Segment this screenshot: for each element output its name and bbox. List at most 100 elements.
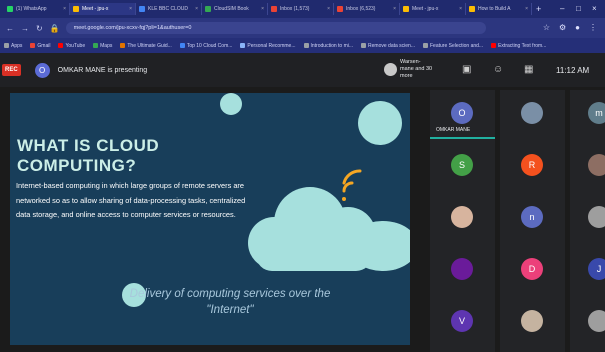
bookmark-label: The Ultimate Guid... [127,42,172,49]
tab-label: (1) WhatsApp [16,6,47,12]
presenting-status: OMKAR MANE is presenting [57,66,148,74]
participant-tile[interactable] [500,90,565,145]
close-window-icon[interactable]: × [592,4,597,13]
bookmark-star-icon[interactable]: ☆ [543,23,550,32]
decorative-blob [220,93,242,115]
browser-tab[interactable]: Meet - jpu-x × [400,3,466,15]
bookmark-label: Maps [100,42,113,49]
extension-icon[interactable]: ⚙ [559,23,566,32]
close-tab-icon[interactable]: × [63,6,66,12]
bookmark-item[interactable]: Top 10 Cloud Com... [179,42,233,49]
participant-tile[interactable] [430,194,495,249]
close-tab-icon[interactable]: × [459,6,462,12]
participant-tile[interactable] [500,298,565,352]
participant-avatar: J [588,258,605,280]
back-icon[interactable]: ← [6,24,14,33]
participant-tile[interactable] [430,246,495,301]
participant-avatar: D [521,258,543,280]
participant-tile[interactable]: R [500,142,565,197]
participant-photo [588,154,605,176]
tab-favicon-icon [469,6,475,12]
bookmark-item[interactable]: Extracting Text from... [491,43,546,49]
browser-tab[interactable]: KLE BBC CLOUD × [136,3,202,15]
bookmark-label: Gmail [37,42,51,49]
bookmark-favicon-icon [179,43,185,48]
participant-tile[interactable] [570,142,605,197]
close-tab-icon[interactable]: × [261,6,264,12]
browser-tab[interactable]: Meet - jpu-x × [70,3,136,15]
captions-icon[interactable]: ▣ [462,64,471,75]
close-tab-icon[interactable]: × [327,6,330,12]
bookmark-favicon-icon [423,43,428,48]
participant-tile[interactable]: n [500,194,565,249]
browser-tab[interactable]: How to Build A × [466,3,532,15]
participant-tile[interactable]: V [430,298,495,352]
others-text: Warsen-mane and 30 more [400,59,433,79]
bookmark-favicon-icon [93,43,99,48]
others-indicator[interactable]: Warsen-mane and 30 more [384,59,434,80]
bookmarks-bar: Apps Gmail YouTube Maps The Ultimate Guid...… [0,38,605,53]
participant-avatar: R [521,154,543,176]
bookmark-item[interactable]: YouTube [58,43,85,49]
url-field[interactable]: meet.google.com/jpu-xcxv-fqj?pli=1&authu… [65,22,486,34]
tab-favicon-icon [205,6,211,12]
profile-icon[interactable]: ● [575,23,580,32]
bookmark-item[interactable]: Feature Selection and... [423,43,483,49]
browser-tab[interactable]: CloudSIM Book × [202,3,268,15]
browser-tab[interactable]: Inbox (6,523) × [334,3,400,15]
bookmark-item[interactable]: The Ultimate Guid... [120,42,172,49]
menu-icon[interactable]: ⋮ [589,23,597,32]
tab-favicon-icon [7,6,13,12]
participant-tile[interactable]: O OMKAR MANE [430,90,495,145]
tab-label: How to Build A [478,6,511,12]
bookmark-item[interactable]: Personal Recomme... [240,43,296,49]
browser-tab[interactable]: Inbox (1,573) × [268,3,334,15]
new-tab-icon[interactable]: + [536,4,541,14]
close-tab-icon[interactable]: × [129,6,132,12]
browser-tab[interactable]: (1) WhatsApp × [4,3,70,15]
tab-favicon-icon [271,6,277,12]
participant-name: OMKAR MANE [436,127,471,133]
recording-badge: REC [2,64,21,76]
bookmark-label: Apps [11,42,23,49]
bookmark-favicon-icon [120,43,126,48]
participant-tile[interactable] [570,298,605,352]
participant-photo [521,102,543,124]
active-speaker-indicator [430,137,495,139]
bookmark-item[interactable]: Gmail [30,43,50,49]
close-tab-icon[interactable]: × [195,6,198,12]
bookmark-label: YouTube [65,42,86,49]
tab-label: KLE BBC CLOUD [148,6,189,12]
participant-avatar: n [521,206,543,228]
close-tab-icon[interactable]: × [393,6,396,12]
maximize-icon[interactable]: □ [576,4,581,13]
slide-caption: Delivery of computing services over the … [129,288,331,316]
close-tab-icon[interactable]: × [525,6,528,12]
tab-favicon-icon [403,6,409,12]
participant-photo [521,310,543,332]
participant-photo [588,310,605,332]
participant-tile[interactable]: D [500,246,565,301]
minimize-icon[interactable]: – [560,4,564,13]
participant-tile[interactable]: m [570,90,605,145]
reload-icon[interactable]: ↻ [36,24,43,33]
participant-avatar: S [451,154,473,176]
bookmark-label: Extracting Text from... [498,42,547,49]
bookmark-item[interactable]: Apps [4,43,22,49]
tab-favicon-icon [139,6,145,12]
wifi-signal-icon [342,169,362,201]
layout-icon[interactable]: ▦ [524,64,533,75]
bookmark-item[interactable]: Introduction to mi... [303,43,353,49]
tab-label: Inbox (6,523) [346,6,376,12]
participant-tile[interactable]: J [570,246,605,301]
participant-avatar: V [451,310,473,332]
people-icon[interactable]: ☺ [493,64,503,75]
bookmark-item[interactable]: Maps [93,43,112,49]
bookmark-item[interactable]: Remove data scien... [361,43,415,49]
bookmark-label: Top 10 Cloud Com... [186,42,233,49]
participant-tile[interactable]: S [430,142,495,197]
participant-photo [451,206,473,228]
forward-icon[interactable]: → [21,24,29,33]
browser-tab-strip: (1) WhatsApp × Meet - jpu-x × KLE BBC CLOUD ×… [0,0,605,18]
participant-tile[interactable] [570,194,605,249]
